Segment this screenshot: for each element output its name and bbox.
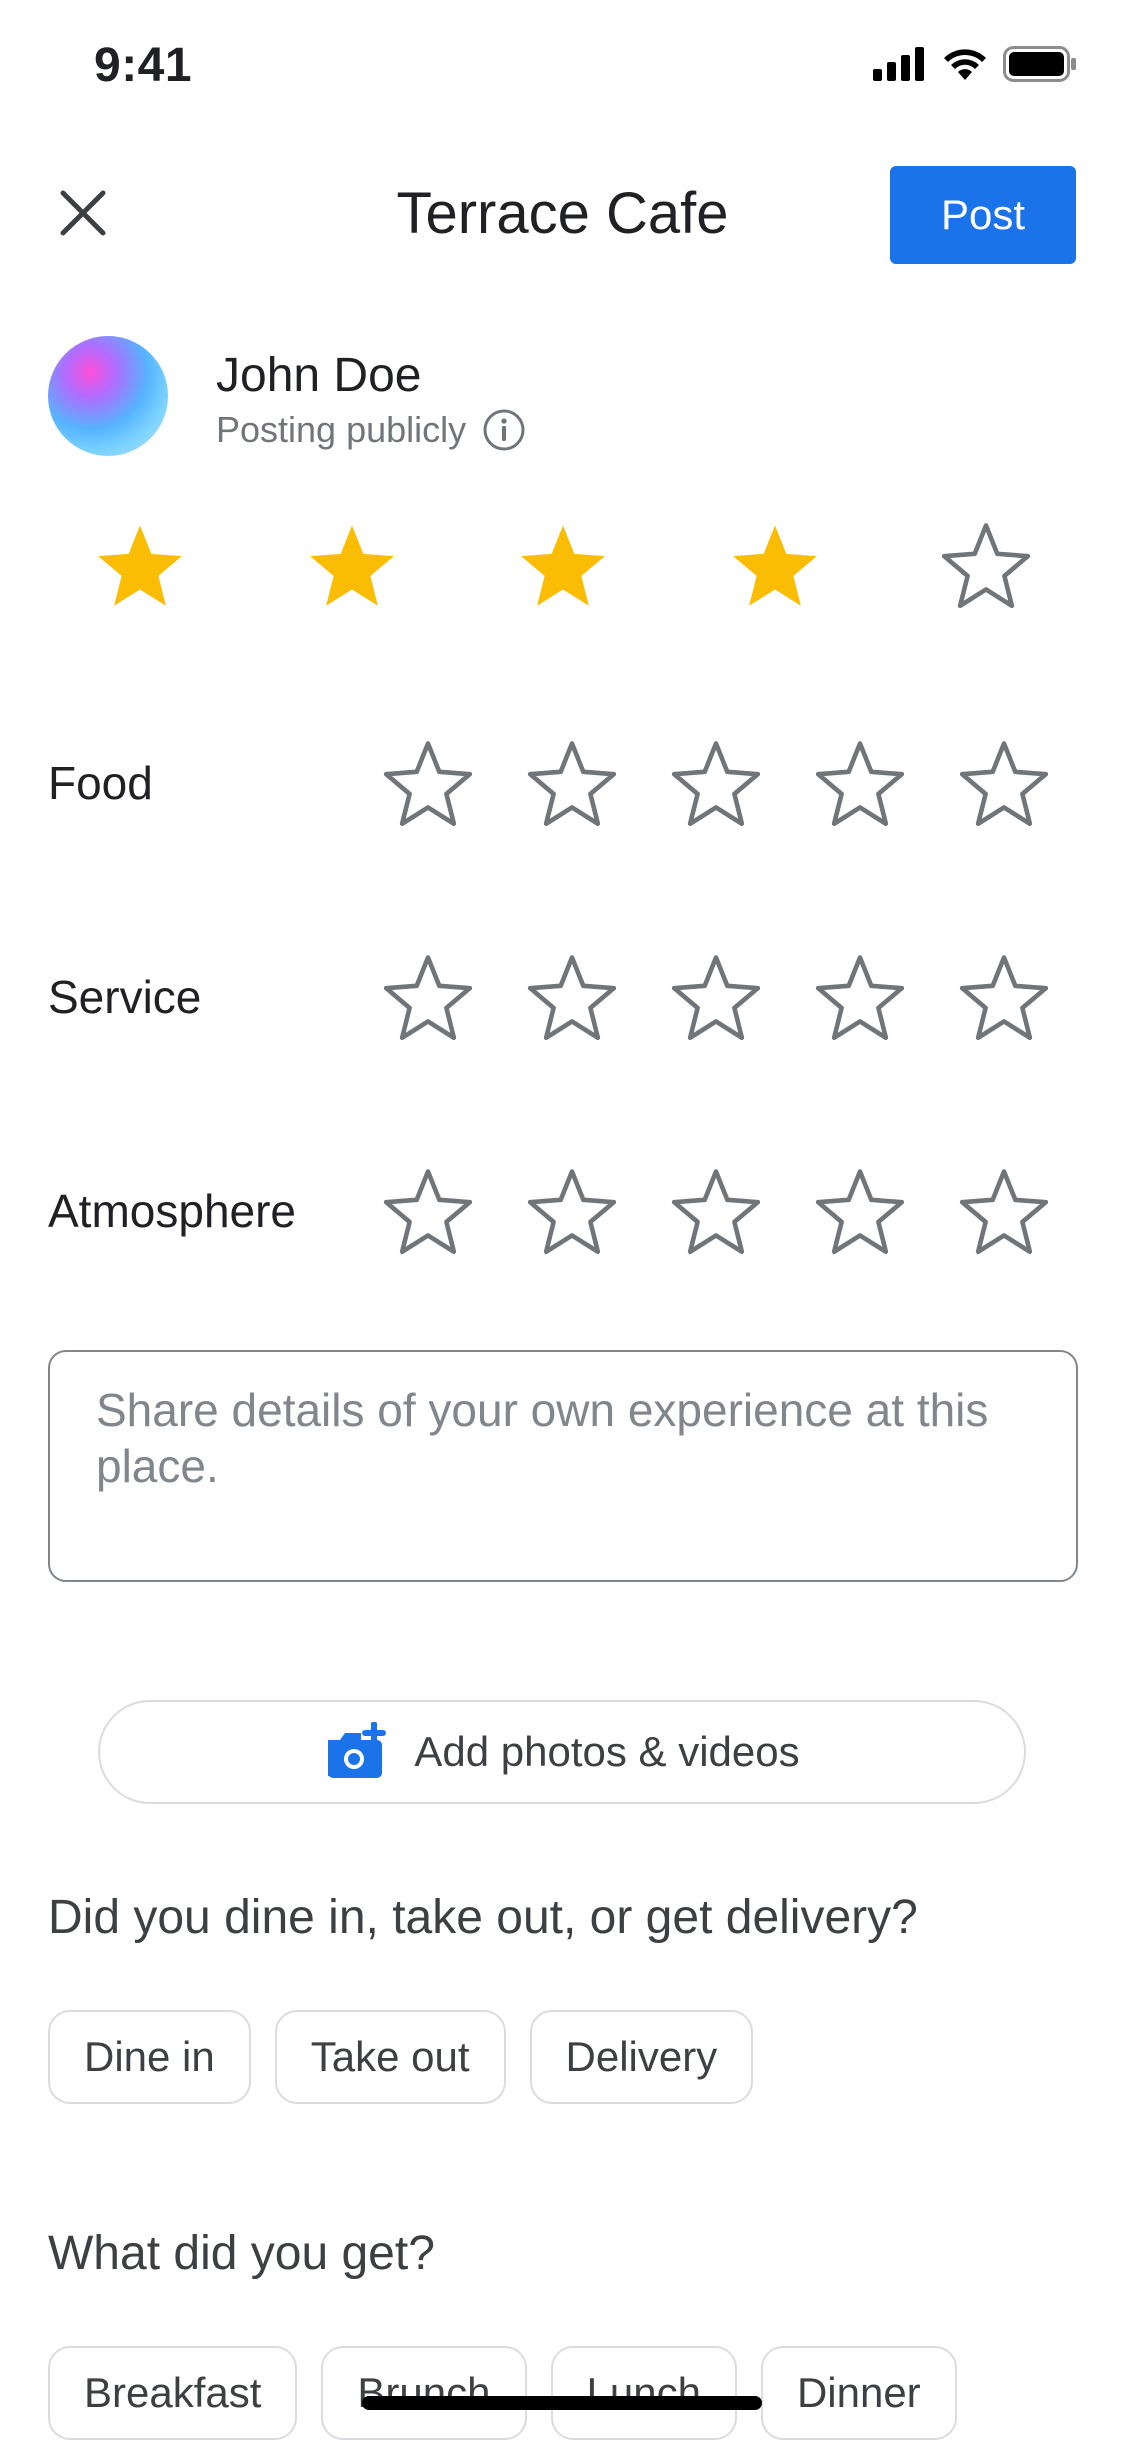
atmosphere-star-empty-icon-4[interactable] bbox=[814, 1166, 906, 1258]
chip-lunch[interactable]: Lunch bbox=[550, 2346, 737, 2440]
dine-options: Dine in Take out Delivery bbox=[48, 2010, 754, 2104]
category-rating-atmosphere bbox=[382, 1166, 1050, 1258]
food-star-empty-icon-2[interactable] bbox=[526, 738, 618, 830]
atmosphere-star-empty-icon-2[interactable] bbox=[526, 1166, 618, 1258]
cellular-signal-icon bbox=[873, 47, 924, 81]
battery-icon bbox=[1003, 46, 1076, 82]
info-icon[interactable] bbox=[482, 408, 526, 452]
category-label-service: Service bbox=[48, 971, 202, 1023]
service-star-empty-icon-2[interactable] bbox=[526, 952, 618, 1044]
service-star-empty-icon-4[interactable] bbox=[814, 952, 906, 1044]
category-rating-food bbox=[382, 738, 1050, 830]
service-star-empty-icon-1[interactable] bbox=[382, 952, 474, 1044]
user-name: John Doe bbox=[216, 349, 422, 402]
post-button[interactable]: Post bbox=[890, 166, 1076, 264]
posting-visibility: Posting publicly bbox=[216, 408, 526, 452]
overall-rating bbox=[48, 520, 1078, 612]
food-star-empty-icon-5[interactable] bbox=[958, 738, 1050, 830]
chip-delivery[interactable]: Delivery bbox=[529, 2010, 754, 2104]
chip-brunch[interactable]: Brunch bbox=[321, 2346, 527, 2440]
star-empty-icon-5[interactable] bbox=[940, 520, 1032, 612]
food-star-empty-icon-1[interactable] bbox=[382, 738, 474, 830]
posting-visibility-label: Posting publicly bbox=[216, 409, 467, 450]
chip-dinner[interactable]: Dinner bbox=[760, 2346, 957, 2440]
status-icons bbox=[873, 46, 1077, 82]
add-photos-button[interactable]: Add photos & videos bbox=[98, 1700, 1026, 1804]
category-label-atmosphere: Atmosphere bbox=[48, 1185, 297, 1237]
atmosphere-star-empty-icon-5[interactable] bbox=[958, 1166, 1050, 1258]
wifi-icon bbox=[944, 49, 986, 80]
chip-dine-in[interactable]: Dine in bbox=[48, 2010, 251, 2104]
category-rating-service bbox=[382, 952, 1050, 1044]
star-filled-icon-2[interactable] bbox=[306, 520, 398, 612]
atmosphere-star-empty-icon-3[interactable] bbox=[670, 1166, 762, 1258]
category-label-food: Food bbox=[48, 757, 153, 809]
star-filled-icon-1[interactable] bbox=[94, 520, 186, 612]
add-photos-label: Add photos & videos bbox=[414, 1728, 800, 1775]
service-star-empty-icon-3[interactable] bbox=[670, 952, 762, 1044]
add-photo-camera-icon bbox=[328, 1722, 387, 1778]
home-indicator bbox=[362, 2396, 762, 2410]
star-filled-icon-3[interactable] bbox=[517, 520, 609, 612]
status-time: 9:41 bbox=[94, 39, 193, 92]
dine-question: Did you dine in, take out, or get delive… bbox=[48, 1891, 918, 1944]
atmosphere-star-empty-icon-1[interactable] bbox=[382, 1166, 474, 1258]
avatar bbox=[48, 336, 168, 456]
chip-take-out[interactable]: Take out bbox=[274, 2010, 506, 2104]
close-button[interactable] bbox=[48, 178, 118, 248]
close-icon bbox=[60, 190, 106, 236]
review-text-field[interactable] bbox=[48, 1350, 1078, 1582]
food-star-empty-icon-4[interactable] bbox=[814, 738, 906, 830]
meal-options: Breakfast Brunch Lunch Dinner bbox=[48, 2346, 957, 2440]
service-star-empty-icon-5[interactable] bbox=[958, 952, 1050, 1044]
chip-breakfast[interactable]: Breakfast bbox=[48, 2346, 298, 2440]
meal-question: What did you get? bbox=[48, 2227, 435, 2280]
star-filled-icon-4[interactable] bbox=[729, 520, 821, 612]
food-star-empty-icon-3[interactable] bbox=[670, 738, 762, 830]
